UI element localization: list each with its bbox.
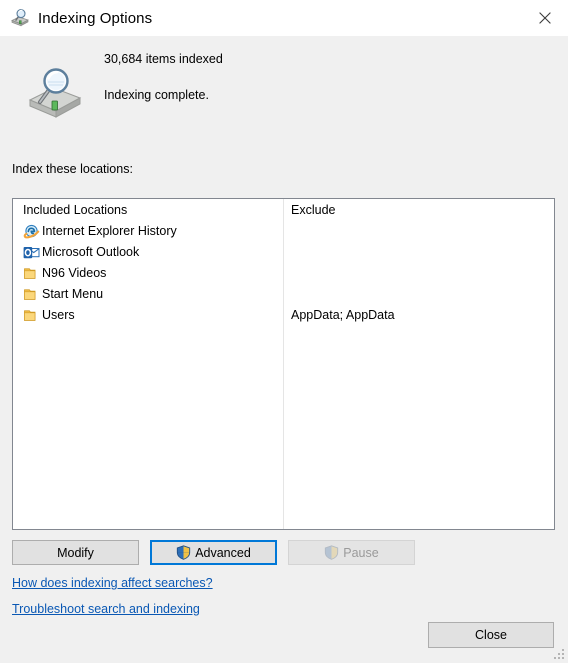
modify-button[interactable]: Modify — [12, 540, 139, 565]
location-name: Users — [42, 308, 75, 322]
uac-shield-icon — [324, 545, 339, 560]
outlook-icon — [23, 244, 40, 261]
folder-icon — [23, 286, 40, 303]
modify-button-label: Modify — [57, 545, 94, 560]
pause-button: Pause — [288, 540, 415, 565]
folder-icon — [23, 307, 40, 324]
column-header-included-locations[interactable]: Included Locations — [23, 203, 127, 217]
column-header-exclude[interactable]: Exclude — [291, 203, 335, 217]
list-rows: Internet Explorer History Microsoft Outl… — [13, 221, 554, 326]
items-indexed-text: 30,684 items indexed — [104, 52, 223, 66]
pause-button-label: Pause — [343, 545, 379, 560]
resize-grip[interactable] — [553, 648, 565, 660]
table-row[interactable]: Users AppData; AppData — [13, 305, 554, 326]
close-button-label: Close — [475, 628, 507, 642]
title-bar: Indexing Options — [0, 0, 568, 36]
folder-icon — [23, 265, 40, 282]
location-name: Start Menu — [42, 287, 104, 301]
location-name: Internet Explorer History — [42, 224, 177, 238]
close-icon[interactable] — [522, 0, 568, 36]
window-title: Indexing Options — [38, 9, 153, 27]
how-does-indexing-affect-searches-link[interactable]: How does indexing affect searches? — [12, 576, 213, 590]
index-locations-label: Index these locations: — [12, 162, 133, 176]
uac-shield-icon — [176, 545, 191, 560]
list-header: Included Locations Exclude — [13, 199, 554, 221]
drive-search-icon — [24, 66, 84, 120]
table-row[interactable]: Start Menu — [13, 284, 554, 305]
advanced-button-label: Advanced — [195, 545, 251, 560]
table-row[interactable]: Internet Explorer History — [13, 221, 554, 242]
location-exclude: AppData; AppData — [291, 308, 395, 322]
location-name: Microsoft Outlook — [42, 245, 140, 259]
advanced-button[interactable]: Advanced — [150, 540, 277, 565]
included-locations-list[interactable]: Included Locations Exclude Internet Expl… — [12, 198, 555, 530]
location-name: N96 Videos — [42, 266, 107, 280]
troubleshoot-search-and-indexing-link[interactable]: Troubleshoot search and indexing — [12, 602, 200, 616]
table-row[interactable]: N96 Videos — [13, 263, 554, 284]
table-row[interactable]: Microsoft Outlook — [13, 242, 554, 263]
internet-explorer-icon — [23, 223, 40, 240]
indexing-options-icon — [10, 8, 30, 28]
close-button[interactable]: Close — [428, 622, 554, 648]
indexing-state-text: Indexing complete. — [104, 88, 209, 102]
